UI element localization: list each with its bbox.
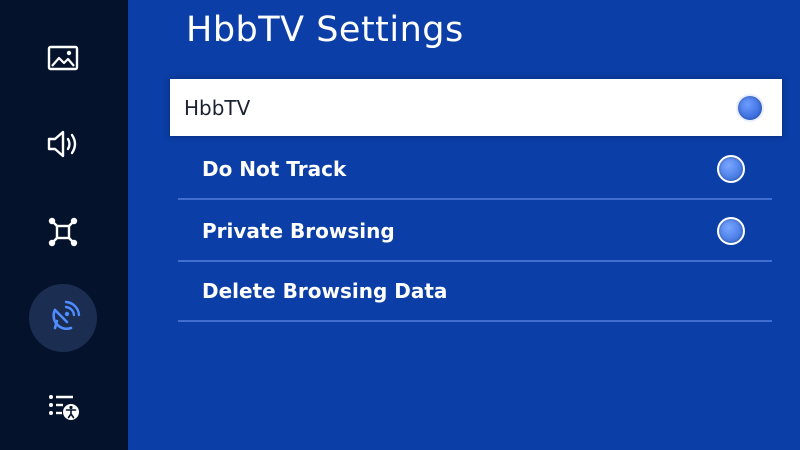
menu-item-private-browsing[interactable]: Private Browsing xyxy=(178,202,772,262)
sidebar-item-network[interactable] xyxy=(29,198,97,266)
menu-item-label: Private Browsing xyxy=(202,219,395,243)
sidebar-item-broadcast[interactable] xyxy=(29,284,97,352)
menu-item-delete-browsing-data[interactable]: Delete Browsing Data xyxy=(178,262,772,322)
sidebar-item-accessibility[interactable] xyxy=(29,372,97,440)
picture-icon xyxy=(47,45,79,71)
settings-sidebar xyxy=(0,0,128,450)
sidebar-item-picture[interactable] xyxy=(29,24,97,92)
toggle-indicator-icon[interactable] xyxy=(717,155,745,183)
broadcast-icon xyxy=(52,300,81,330)
menu-item-do-not-track[interactable]: Do Not Track xyxy=(178,140,772,200)
accessibility-icon xyxy=(49,395,79,420)
toggle-indicator-icon[interactable] xyxy=(717,217,745,245)
page-title: HbbTV Settings xyxy=(186,10,464,50)
menu-item-label: HbbTV xyxy=(184,95,251,120)
toggle-indicator-icon[interactable] xyxy=(736,93,764,122)
menu-item-label: Do Not Track xyxy=(202,157,347,181)
tv-settings-screen: HbbTV Settings HbbTV Do Not Track Privat… xyxy=(0,0,800,450)
sound-icon xyxy=(47,130,77,158)
menu-item-hbbtv[interactable]: HbbTV xyxy=(170,79,782,136)
sidebar-item-sound[interactable] xyxy=(29,110,97,178)
network-icon xyxy=(48,217,78,247)
menu-item-label: Delete Browsing Data xyxy=(202,279,448,303)
